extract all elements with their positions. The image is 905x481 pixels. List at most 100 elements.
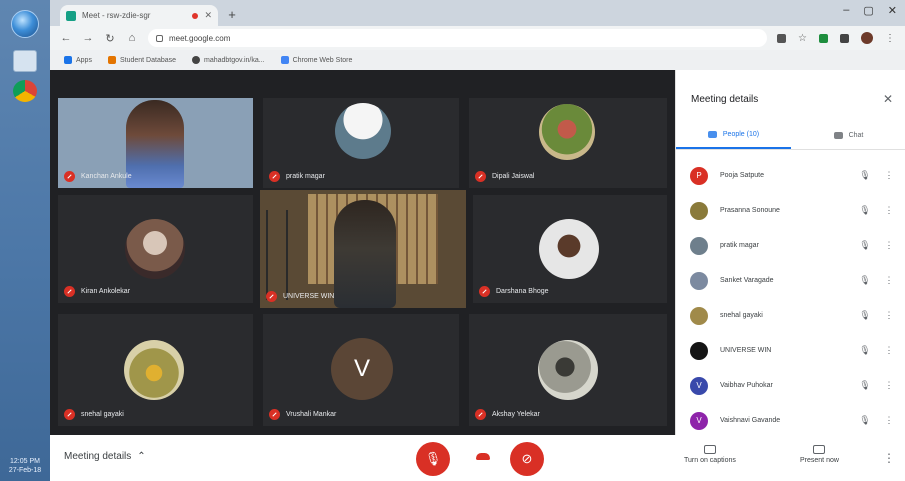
more-options-icon[interactable]: ⋮ bbox=[884, 345, 894, 356]
close-window-icon[interactable]: ✕ bbox=[888, 4, 897, 17]
reload-icon[interactable]: ↻ bbox=[104, 32, 116, 45]
close-tab-icon[interactable]: ✕ bbox=[204, 10, 212, 21]
participant-avatar bbox=[124, 340, 184, 400]
mic-off-icon bbox=[269, 409, 280, 420]
person-name: UNIVERSE WIN bbox=[720, 347, 772, 354]
more-options-icon[interactable]: ⋮ bbox=[884, 205, 894, 216]
person-name: Vaibhav Puhokar bbox=[720, 382, 773, 389]
tab-people[interactable]: People (10) bbox=[676, 122, 791, 149]
window-controls: – ▢ ✕ bbox=[843, 4, 897, 17]
mic-off-icon bbox=[479, 286, 490, 297]
chrome-menu-icon[interactable]: ⋮ bbox=[885, 33, 895, 44]
toolbar-icons: ☆ ⋮ bbox=[777, 32, 895, 44]
more-options-icon[interactable]: ⋮ bbox=[884, 310, 894, 321]
forward-icon[interactable]: → bbox=[82, 32, 94, 44]
minimize-icon[interactable]: – bbox=[843, 4, 849, 17]
bookmark-student-database[interactable]: Student Database bbox=[107, 56, 176, 64]
tab-title: Meet - rsw-zdie-sgr bbox=[82, 11, 151, 20]
mic-off-icon: 🎙 bbox=[859, 415, 871, 425]
list-item[interactable]: P Pooja Satpute 🎙 ⋮ bbox=[676, 158, 905, 193]
list-item[interactable]: pratik magar 🎙 ⋮ bbox=[676, 228, 905, 263]
mic-off-icon: 🎙 bbox=[859, 345, 871, 355]
bookmark-mahadbt[interactable]: mahadbtgov.in/ka... bbox=[192, 56, 265, 64]
more-options-icon[interactable]: ⋮ bbox=[883, 451, 895, 465]
profile-avatar[interactable] bbox=[861, 32, 873, 44]
explorer-icon[interactable] bbox=[13, 50, 37, 72]
tile-label: Darshana Bhoge bbox=[479, 286, 549, 297]
participant-tile[interactable]: Akshay Yelekar bbox=[469, 314, 667, 426]
puzzle-icon[interactable] bbox=[840, 33, 849, 43]
list-item[interactable]: V Vaishnavi Gavande 🎙 ⋮ bbox=[676, 403, 905, 438]
new-tab-button[interactable]: + bbox=[224, 7, 240, 23]
more-options-icon[interactable]: ⋮ bbox=[884, 380, 894, 391]
avatar-letter: V bbox=[696, 381, 702, 390]
avatar bbox=[690, 201, 708, 220]
extension-green-icon[interactable] bbox=[819, 33, 828, 43]
hang-up-button[interactable] bbox=[476, 453, 490, 460]
avatar-letter: P bbox=[696, 171, 702, 180]
mic-off-icon: 🎙 bbox=[859, 240, 871, 250]
lock-icon bbox=[156, 34, 163, 42]
list-item[interactable]: V Vaibhav Puhokar 🎙 ⋮ bbox=[676, 368, 905, 403]
bookmark-apps[interactable]: Apps bbox=[64, 56, 92, 64]
list-item[interactable]: Sanket Varagade 🎙 ⋮ bbox=[676, 263, 905, 298]
tab-chat-label: Chat bbox=[848, 132, 864, 139]
tile-label: Akshay Yelekar bbox=[475, 409, 540, 420]
more-options-icon[interactable]: ⋮ bbox=[884, 415, 894, 426]
maximize-icon[interactable]: ▢ bbox=[863, 4, 873, 17]
start-button[interactable] bbox=[11, 10, 39, 38]
camera-toggle-button[interactable]: ⊘ bbox=[510, 442, 544, 476]
present-now-button[interactable]: Present now bbox=[800, 445, 839, 464]
participant-tile[interactable]: snehal gayaki bbox=[58, 314, 253, 426]
avatar: V bbox=[690, 376, 708, 395]
camera-icon[interactable] bbox=[777, 33, 786, 43]
list-item[interactable]: snehal gayaki 🎙 ⋮ bbox=[676, 298, 905, 333]
more-options-icon[interactable]: ⋮ bbox=[884, 170, 894, 181]
more-options-icon[interactable]: ⋮ bbox=[884, 240, 894, 251]
bookmark-chrome-web-store[interactable]: Chrome Web Store bbox=[280, 56, 352, 64]
mic-off-icon: 🎙 bbox=[859, 170, 871, 180]
browser-tab[interactable]: Meet - rsw-zdie-sgr ✕ bbox=[60, 5, 218, 26]
mic-off-icon bbox=[475, 171, 486, 182]
participant-tile[interactable]: Darshana Bhoge bbox=[473, 195, 667, 303]
participant-tile[interactable]: Dipali Jaiswal bbox=[469, 98, 667, 188]
person-name: Pooja Satpute bbox=[720, 172, 764, 179]
chrome-icon[interactable] bbox=[13, 80, 37, 102]
participant-name: Dipali Jaiswal bbox=[492, 173, 535, 180]
list-item[interactable]: Prasanna Sonoune 🎙 ⋮ bbox=[676, 193, 905, 228]
list-item[interactable]: UNIVERSE WIN 🎙 ⋮ bbox=[676, 333, 905, 368]
participant-tile[interactable]: Kanchan Ankule bbox=[58, 98, 253, 188]
url-text: meet.google.com bbox=[169, 33, 231, 43]
person-name: snehal gayaki bbox=[720, 312, 763, 319]
meeting-details-panel: Meeting details ✕ People (10) Chat P Pooj… bbox=[675, 70, 905, 435]
mic-off-icon bbox=[64, 286, 75, 297]
windows-taskbar: 12:05 PM 27-Feb-18 bbox=[0, 0, 50, 481]
participant-tile[interactable]: Kiran Ankolekar bbox=[58, 195, 253, 303]
participant-name: UNIVERSE WIN bbox=[283, 293, 335, 300]
tab-chat[interactable]: Chat bbox=[791, 122, 905, 149]
mic-off-icon bbox=[64, 171, 75, 182]
tile-label: Dipali Jaiswal bbox=[475, 171, 534, 182]
participant-name: snehal gayaki bbox=[81, 411, 124, 418]
mic-off-icon bbox=[269, 171, 280, 182]
participant-tile[interactable]: UNIVERSE WIN bbox=[260, 190, 466, 308]
tile-label: pratik magar bbox=[269, 171, 325, 182]
star-icon[interactable]: ☆ bbox=[798, 33, 807, 43]
participant-tile[interactable]: pratik magar bbox=[263, 98, 459, 188]
close-panel-icon[interactable]: ✕ bbox=[883, 92, 893, 106]
taskbar-clock[interactable]: 12:05 PM 27-Feb-18 bbox=[2, 457, 48, 475]
participant-name: pratik magar bbox=[286, 173, 325, 180]
home-icon[interactable]: ⌂ bbox=[126, 32, 138, 44]
participant-avatar bbox=[125, 219, 185, 279]
clock-date: 27-Feb-18 bbox=[8, 467, 42, 474]
more-options-icon[interactable]: ⋮ bbox=[884, 275, 894, 286]
mic-toggle-button[interactable]: 🎙 bbox=[416, 442, 450, 476]
captions-button[interactable]: Turn on captions bbox=[684, 445, 736, 464]
person-name: Sanket Varagade bbox=[720, 277, 774, 284]
captions-icon bbox=[703, 445, 716, 454]
meeting-details-button[interactable]: Meeting details ⌃ bbox=[64, 451, 146, 462]
participant-avatar bbox=[538, 340, 598, 400]
back-icon[interactable]: ← bbox=[60, 32, 72, 44]
address-bar[interactable]: meet.google.com bbox=[148, 29, 767, 47]
participant-tile[interactable]: V Vrushali Mankar bbox=[263, 314, 459, 426]
